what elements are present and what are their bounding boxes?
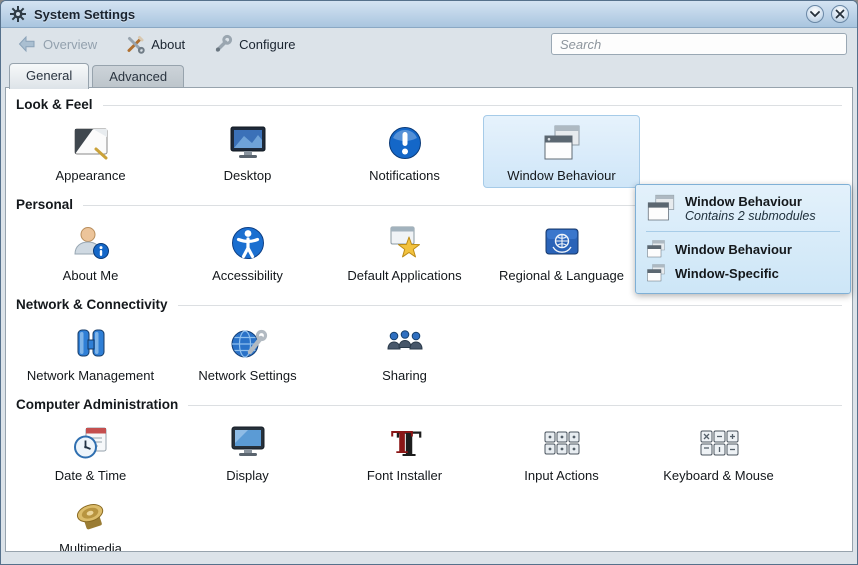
module-appearance[interactable]: Appearance	[12, 115, 169, 188]
svg-text:T: T	[390, 426, 413, 461]
module-label: Default Applications	[347, 268, 461, 283]
submodule-window-behaviour: Window Behaviour	[646, 237, 840, 261]
module-label: Accessibility	[212, 268, 283, 283]
section-divider	[103, 105, 842, 106]
input-actions-icon	[540, 421, 584, 465]
about-me-icon	[71, 221, 111, 265]
module-label: Network Management	[27, 368, 154, 383]
tab-general[interactable]: General	[9, 63, 89, 89]
module-notifications[interactable]: Notifications	[326, 115, 483, 188]
about-button[interactable]: About	[119, 31, 191, 57]
module-sharing[interactable]: Sharing	[326, 315, 483, 388]
module-label: About Me	[63, 268, 119, 283]
about-label: About	[151, 37, 185, 52]
close-button[interactable]	[831, 5, 849, 23]
module-label: Window Behaviour	[507, 168, 615, 183]
configure-button[interactable]: Configure	[207, 31, 301, 57]
section-divider	[188, 405, 842, 406]
module-multimedia[interactable]: Multimedia	[12, 488, 169, 552]
close-icon	[835, 9, 845, 19]
tabbar: General Advanced	[1, 60, 857, 88]
tab-advanced[interactable]: Advanced	[92, 65, 184, 89]
module-font-installer[interactable]: T T Font Installer	[326, 415, 483, 488]
module-label: Appearance	[55, 168, 125, 183]
section-title: Personal	[16, 197, 73, 212]
section-title: Look & Feel	[16, 97, 93, 112]
module-label: Multimedia	[59, 541, 122, 552]
overview-label: Overview	[43, 37, 97, 52]
overview-button[interactable]: Overview	[11, 31, 103, 57]
shade-button[interactable]	[806, 5, 824, 23]
module-label: Notifications	[369, 168, 440, 183]
module-label: Network Settings	[198, 368, 296, 383]
appearance-icon	[71, 121, 111, 165]
module-date-time[interactable]: Date & Time	[12, 415, 169, 488]
window-title: System Settings	[34, 7, 135, 22]
keyboard-mouse-icon	[697, 421, 741, 465]
section-divider	[178, 305, 842, 306]
section-title: Computer Administration	[16, 397, 178, 412]
module-label: Date & Time	[55, 468, 127, 483]
section-computer-administration: Computer Administration	[16, 397, 842, 412]
regional-language-icon	[542, 221, 582, 265]
window-behaviour-icon	[542, 121, 582, 165]
module-label: Regional & Language	[499, 268, 624, 283]
tooltip-title: Window Behaviour	[685, 194, 816, 209]
date-time-icon	[71, 421, 111, 465]
tooltip-subtitle: Contains 2 submodules	[685, 209, 816, 223]
window-behaviour-tooltip: Window Behaviour Contains 2 submodules W…	[635, 184, 851, 294]
tooltip-divider	[646, 231, 840, 232]
toolbar: Overview About Configure	[1, 28, 857, 60]
module-desktop[interactable]: Desktop	[169, 115, 326, 188]
wrench-icon	[213, 34, 233, 54]
submodule-label: Window-Specific	[675, 266, 779, 281]
font-installer-icon: T T	[385, 421, 425, 465]
display-icon	[228, 421, 268, 465]
module-accessibility[interactable]: Accessibility	[169, 215, 326, 288]
module-window-behaviour[interactable]: Window Behaviour	[483, 115, 640, 188]
search-input[interactable]	[551, 33, 847, 55]
module-label: Display	[226, 468, 269, 483]
module-label: Sharing	[382, 368, 427, 383]
window-behaviour-icon	[646, 239, 666, 259]
section-look-and-feel: Look & Feel	[16, 97, 842, 112]
module-label: Desktop	[224, 168, 272, 183]
module-network-settings[interactable]: Network Settings	[169, 315, 326, 388]
network-management-icon	[71, 321, 111, 365]
system-settings-window: System Settings Overview About	[0, 0, 858, 565]
section-title: Network & Connectivity	[16, 297, 168, 312]
module-regional-language[interactable]: Regional & Language	[483, 215, 640, 288]
notifications-icon	[385, 121, 425, 165]
configure-label: Configure	[239, 37, 295, 52]
default-applications-icon	[385, 221, 425, 265]
submodule-label: Window Behaviour	[675, 242, 792, 257]
tools-icon	[125, 34, 145, 54]
accessibility-icon	[228, 221, 268, 265]
network-settings-icon	[228, 321, 268, 365]
sharing-icon	[383, 321, 427, 365]
titlebar: System Settings	[1, 1, 857, 28]
desktop-icon	[228, 121, 268, 165]
module-about-me[interactable]: About Me	[12, 215, 169, 288]
module-display[interactable]: Display	[169, 415, 326, 488]
window-behaviour-icon	[646, 263, 666, 283]
module-network-management[interactable]: Network Management	[12, 315, 169, 388]
module-default-applications[interactable]: Default Applications	[326, 215, 483, 288]
module-label: Input Actions	[524, 468, 598, 483]
module-keyboard-mouse[interactable]: Keyboard & Mouse	[640, 415, 797, 488]
module-label: Font Installer	[367, 468, 442, 483]
chevron-down-icon	[810, 10, 820, 18]
window-behaviour-icon	[646, 193, 676, 223]
module-label: Keyboard & Mouse	[663, 468, 774, 483]
multimedia-icon	[71, 494, 111, 538]
kde-gear-icon[interactable]	[9, 5, 27, 23]
submodule-window-specific: Window-Specific	[646, 261, 840, 285]
module-grid: Look & Feel Appearance	[5, 87, 853, 552]
module-input-actions[interactable]: Input Actions	[483, 415, 640, 488]
back-arrow-icon	[17, 34, 37, 54]
section-network-connectivity: Network & Connectivity	[16, 297, 842, 312]
